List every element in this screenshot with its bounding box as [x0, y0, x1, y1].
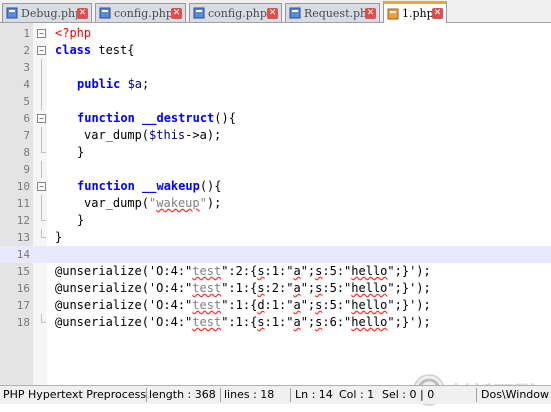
code-line[interactable]: 8 } — [0, 144, 551, 161]
code-text: public $a; — [77, 77, 150, 91]
tab-debug-php[interactable]: Debug.php ✕ — [2, 3, 92, 22]
fold-toggle-icon[interactable]: − — [37, 46, 46, 55]
code-text: @unserialize('O:4:"test":1:{d:1:"a";s:5:… — [55, 298, 431, 312]
line-number: 4 — [23, 78, 30, 91]
tab-bar: Debug.php ✕ config.php ✕ config.php ✕ Re… — [0, 0, 551, 23]
code-line[interactable]: 12 } — [0, 212, 551, 229]
line-number: 13 — [16, 231, 30, 244]
tab-config-php-2[interactable]: config.php ✕ — [189, 3, 282, 22]
fold-toggle-icon[interactable]: − — [37, 29, 46, 38]
code-line[interactable]: 11 var_dump("wakeup"); — [0, 195, 551, 212]
file-icon — [193, 7, 205, 19]
close-icon[interactable]: ✕ — [77, 7, 88, 19]
code-text: } — [55, 230, 63, 244]
fold-toggle-icon[interactable]: − — [37, 114, 46, 123]
line-number: 15 — [16, 265, 30, 278]
code-line[interactable]: 18 @unserialize('O:4:"test":1:{s:1:"a";s… — [0, 314, 551, 331]
tab-label: Request.php — [304, 6, 365, 20]
status-eol[interactable]: Dos\Window — [481, 388, 551, 401]
line-number: 9 — [23, 163, 30, 176]
line-number: 5 — [23, 95, 30, 108]
line-number: 11 — [16, 197, 30, 210]
code-text: class test{ — [55, 43, 135, 57]
tab-1-php[interactable]: 1.php ✕ — [383, 1, 447, 23]
code-editor[interactable]: 1 − <?php 2 − class test{ 3 4 public $a;… — [0, 23, 551, 406]
file-icon — [6, 7, 18, 19]
status-lines: lines : 18 — [224, 388, 275, 401]
close-icon[interactable]: ✕ — [365, 7, 376, 19]
tab-label: 1.php — [402, 7, 432, 20]
code-text: } — [77, 213, 85, 227]
code-line[interactable]: 17 @unserialize('O:4:"test":1:{d:1:"a";s… — [0, 297, 551, 314]
code-line[interactable]: 4 public $a; — [0, 76, 551, 93]
current-code-line[interactable]: 14 — [0, 246, 551, 263]
code-line[interactable]: 1 − <?php — [0, 25, 551, 42]
code-text: @unserialize('O:4:"test":1:{s:2:"a";s:5:… — [55, 281, 431, 295]
code-line[interactable]: 2 − class test{ — [0, 42, 551, 59]
file-icon — [99, 7, 111, 19]
fold-line — [41, 127, 42, 144]
fold-line — [41, 161, 42, 178]
code-text: } — [77, 145, 85, 159]
close-icon[interactable]: ✕ — [432, 8, 443, 19]
line-number: 16 — [16, 282, 30, 295]
code-line[interactable]: 3 — [0, 59, 551, 76]
status-language: PHP Hypertext Preprocess — [3, 388, 146, 401]
code-line[interactable]: 5 — [0, 93, 551, 110]
code-line[interactable]: 16 @unserialize('O:4:"test":1:{s:2:"a";s… — [0, 280, 551, 297]
tab-label: config.php — [208, 6, 267, 20]
tab-label: config.php — [114, 6, 171, 20]
code-text: <?php — [55, 26, 92, 40]
fold-line — [41, 76, 42, 93]
status-ln: Ln : 14 — [295, 388, 333, 401]
line-number: 17 — [16, 299, 30, 312]
line-number: 14 — [16, 248, 30, 261]
line-number: 2 — [23, 44, 30, 57]
line-number: 7 — [23, 129, 30, 142]
tab-config-php-1[interactable]: config.php ✕ — [95, 3, 186, 22]
line-number: 6 — [23, 112, 30, 125]
code-line[interactable]: 13 } — [0, 229, 551, 246]
file-icon — [387, 8, 399, 19]
code-text: var_dump("wakeup"); — [84, 196, 222, 210]
tab-request-php[interactable]: Request.php ✕ — [285, 3, 380, 22]
code-line[interactable]: 6 − function __destruct(){ — [0, 110, 551, 127]
code-text: var_dump($this->a); — [84, 128, 222, 142]
code-line[interactable]: 15 @unserialize('O:4:"test":2:{s:1:"a";s… — [0, 263, 551, 280]
file-icon — [289, 7, 301, 19]
tab-label: Debug.php — [21, 6, 77, 20]
code-line[interactable]: 10 − function __wakeup(){ — [0, 178, 551, 195]
fold-line — [41, 59, 42, 76]
line-number: 8 — [23, 146, 30, 159]
status-length: length : 368 — [149, 388, 216, 401]
close-icon[interactable]: ✕ — [267, 7, 278, 19]
code-text: function __destruct(){ — [77, 111, 236, 125]
status-col: Col : 1 — [339, 388, 375, 401]
line-number: 12 — [16, 214, 30, 227]
fold-line — [41, 93, 42, 110]
fold-toggle-icon[interactable]: − — [37, 182, 46, 191]
line-number: 3 — [23, 61, 30, 74]
status-bar: PHP Hypertext Preprocess length : 368 li… — [0, 385, 551, 404]
line-number: 10 — [16, 180, 30, 193]
code-line[interactable]: 9 — [0, 161, 551, 178]
line-number: 18 — [16, 316, 30, 329]
code-text: @unserialize('O:4:"test":2:{s:1:"a";s:5:… — [55, 264, 431, 278]
code-text: function __wakeup(){ — [77, 179, 222, 193]
close-icon[interactable]: ✕ — [171, 7, 182, 19]
status-sel: Sel : 0 | 0 — [382, 388, 435, 401]
fold-line — [41, 195, 42, 212]
code-line[interactable]: 7 var_dump($this->a); — [0, 127, 551, 144]
line-number: 1 — [23, 27, 30, 40]
code-text: @unserialize('O:4:"test":1:{s:1:"a";s:6:… — [55, 315, 431, 329]
